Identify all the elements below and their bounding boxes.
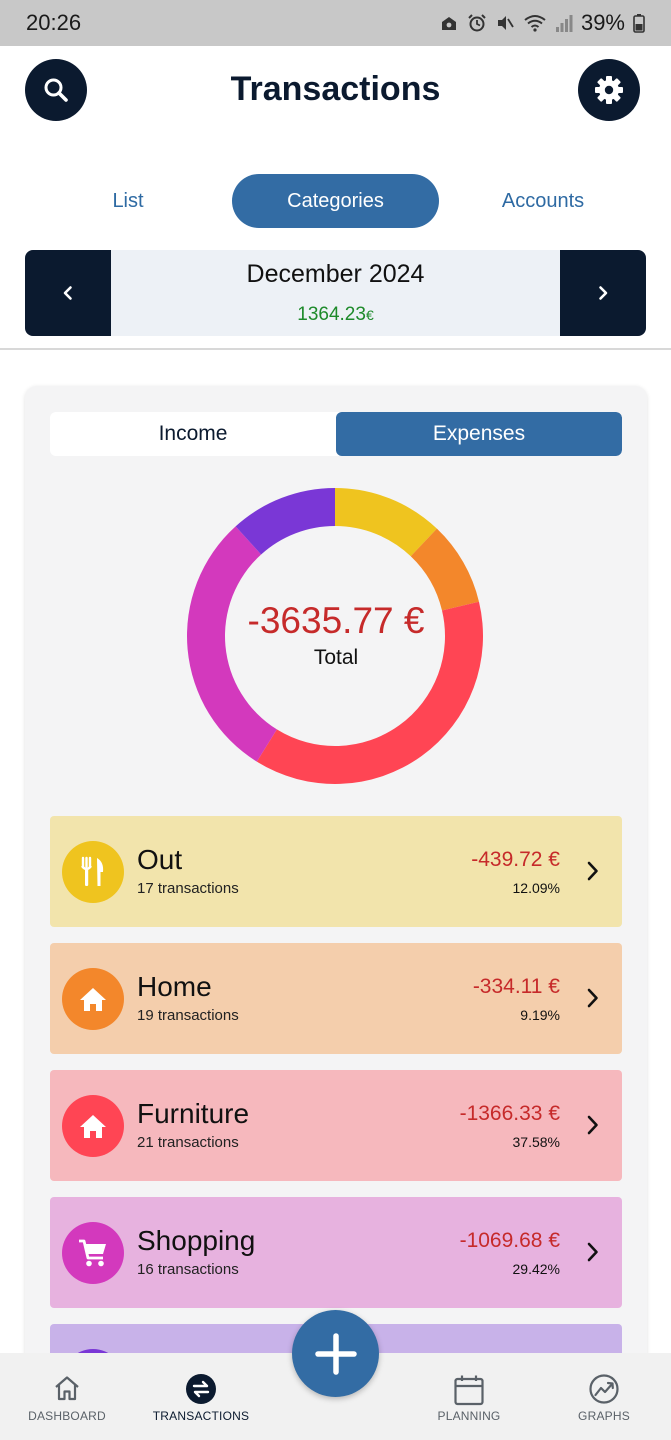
notification-icon (439, 13, 459, 33)
category-amount: -1069.68 € (459, 1229, 560, 1252)
app-header: Transactions (0, 46, 671, 138)
nav-graphs-label: GRAPHS (578, 1409, 630, 1423)
tab-list[interactable]: List (30, 174, 226, 228)
nav-planning-label: PLANNING (437, 1409, 501, 1423)
graph-icon (589, 1374, 619, 1404)
wifi-icon (523, 13, 547, 33)
category-transaction-count: 21 transactions (137, 1134, 239, 1151)
status-time: 20:26 (26, 10, 82, 35)
category-summary-card: Income Expenses -3635.77 € Total Out 17 … (25, 386, 647, 1435)
period-selector: December 2024 1364.23€ (25, 250, 646, 336)
tab-accounts[interactable]: Accounts (445, 174, 641, 228)
chevron-left-icon (63, 286, 72, 300)
category-icon-home (62, 968, 124, 1030)
signal-icon (555, 13, 573, 33)
category-name: Home (137, 971, 212, 1002)
category-row-furniture[interactable]: Furniture 21 transactions -1366.33 € 37.… (50, 1070, 622, 1181)
battery-percent: 39% (580, 10, 625, 35)
category-row-shopping[interactable]: Shopping 16 transactions -1069.68 € 29.4… (50, 1197, 622, 1308)
plus-icon (314, 1332, 357, 1375)
home-icon (80, 988, 106, 1011)
category-name: Shopping (137, 1225, 256, 1256)
expenses-option[interactable]: Expenses (336, 412, 622, 456)
income-expenses-toggle: Income Expenses (50, 412, 622, 456)
donut-total-amount: -3635.77 € (247, 600, 425, 641)
status-bar: 20:26 39% (0, 0, 671, 46)
screen: 20:26 39% Transactions List Categories A… (0, 0, 671, 1440)
donut-total-label: Total (313, 646, 359, 669)
swap-icon (186, 1374, 216, 1404)
category-name: Furniture (137, 1098, 250, 1129)
category-transaction-count: 16 transactions (137, 1261, 239, 1278)
section-divider (0, 348, 671, 350)
alarm-icon (467, 13, 487, 33)
home-outline-icon (55, 1376, 79, 1401)
category-transaction-count: 17 transactions (137, 880, 239, 897)
period-balance-currency: € (365, 307, 374, 323)
next-month-button[interactable] (560, 250, 646, 336)
category-percentage: 12.09% (512, 880, 560, 896)
category-icon-furniture (62, 1095, 124, 1157)
nav-transactions[interactable]: TRANSACTIONS (136, 1353, 266, 1440)
nav-graphs[interactable]: GRAPHS (539, 1353, 669, 1440)
chevron-right-icon (587, 988, 598, 1008)
period-balance: 1364.23€ (111, 304, 560, 326)
chevron-right-icon (599, 286, 608, 300)
add-transaction-button[interactable] (292, 1310, 379, 1397)
tab-categories[interactable]: Categories (232, 174, 439, 228)
page-title: Transactions (230, 70, 441, 108)
calendar-icon (454, 1375, 484, 1406)
category-icon-shopping (62, 1222, 124, 1284)
mute-icon (495, 13, 515, 33)
category-icon-out (62, 841, 124, 903)
chevron-right-icon (587, 1115, 598, 1135)
category-row-out[interactable]: Out 17 transactions -439.72 € 12.09% (50, 816, 622, 927)
gear-icon (595, 76, 623, 104)
status-icons: 39% (439, 10, 645, 36)
nav-dashboard-label: DASHBOARD (28, 1409, 106, 1423)
home-icon (80, 1115, 106, 1138)
category-percentage: 9.19% (520, 1007, 560, 1023)
period-label: December 2024 (246, 260, 425, 288)
period-balance-value: 1364.23 (297, 304, 366, 325)
category-transaction-count: 19 transactions (137, 1007, 239, 1024)
income-option[interactable]: Income (50, 412, 336, 456)
nav-transactions-label: TRANSACTIONS (152, 1409, 250, 1423)
nav-dashboard[interactable]: DASHBOARD (2, 1353, 132, 1440)
category-amount: -1366.33 € (459, 1102, 560, 1125)
battery-icon (633, 13, 645, 33)
donut-slice-shopping (187, 526, 277, 762)
cart-icon (79, 1239, 106, 1267)
restaurant-icon (81, 856, 104, 886)
settings-button[interactable] (578, 59, 640, 121)
category-row-home[interactable]: Home 19 transactions -334.11 € 9.19% (50, 943, 622, 1054)
category-percentage: 29.42% (512, 1261, 560, 1277)
category-amount: -439.72 € (471, 848, 560, 871)
category-name: Out (137, 844, 183, 875)
previous-month-button[interactable] (25, 250, 111, 336)
category-amount: -334.11 € (472, 975, 560, 998)
view-tabs: List Categories Accounts (0, 174, 671, 228)
category-percentage: 37.58% (512, 1134, 560, 1150)
chevron-right-icon (587, 1242, 598, 1262)
chevron-right-icon (587, 861, 598, 881)
nav-planning[interactable]: PLANNING (404, 1353, 534, 1440)
